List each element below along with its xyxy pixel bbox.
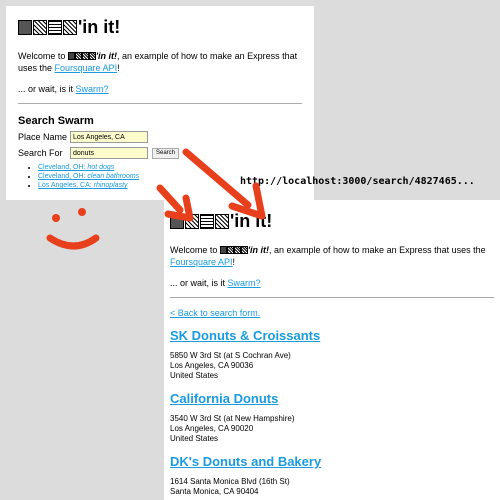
address-line: 1614 Santa Monica Blvd (16th St): [170, 477, 290, 486]
logo-icon: [233, 246, 241, 254]
smiley-eye-icon: [78, 208, 86, 216]
logo-icon: [74, 52, 82, 60]
brand-inline: 'in it!: [67, 51, 117, 61]
address-line: Los Angeles, CA 90020: [170, 424, 254, 433]
place-label: Place Name: [18, 132, 68, 142]
foursquare-api-link[interactable]: Foursquare API: [55, 63, 118, 73]
venue-name-link[interactable]: California Donuts: [170, 391, 494, 406]
logo-icon: [18, 19, 77, 35]
example-term: rhinoplasty: [93, 182, 128, 189]
results-page-panel: 'in it! Welcome to 'in it!, an example o…: [164, 200, 500, 500]
search-page-panel: 'in it! Welcome to 'in it!, an example o…: [6, 6, 314, 200]
logo-icon: [67, 52, 75, 60]
welcome-end: !: [232, 257, 236, 267]
search-button[interactable]: Search: [152, 147, 180, 159]
example-link[interactable]: Cleveland, OH: hot dogs: [38, 164, 114, 171]
search-row: Search For Search: [18, 147, 302, 159]
list-item: DK's Donuts and Bakery 1614 Santa Monica…: [170, 454, 494, 497]
foursquare-api-link[interactable]: Foursquare API: [170, 257, 233, 267]
logo-icon: [88, 52, 96, 60]
welcome-text: Welcome to 'in it!, an example of how to…: [170, 244, 494, 268]
back-to-search-link[interactable]: < Back to search form.: [170, 308, 494, 318]
logo-icon: [226, 246, 234, 254]
search-for-label: Search For: [18, 148, 63, 158]
brand-inline: 'in it!: [219, 245, 269, 255]
welcome-end: !: [117, 63, 120, 73]
address-line: Los Angeles, CA 90036: [170, 361, 254, 370]
swarm-prefix: ... or wait, is it: [18, 84, 76, 94]
logo-icon: [81, 52, 89, 60]
divider: [18, 103, 302, 104]
example-link[interactable]: Los Angeles, CA: rhinoplasty: [38, 182, 128, 189]
logo-icon: [240, 246, 248, 254]
address-line: 3540 W 3rd St (at New Hampshire): [170, 414, 295, 423]
address-line: 5850 W 3rd St (at S Cochran Ave): [170, 351, 291, 360]
swarm-link[interactable]: Swarm?: [76, 84, 109, 94]
example-term: hot dogs: [87, 164, 115, 171]
url-text: http://localhost:3000/search/4827465...: [240, 176, 475, 187]
logo-icon: [170, 213, 229, 229]
venue-name-link[interactable]: SK Donuts & Croissants: [170, 328, 494, 343]
welcome-prefix: Welcome to: [170, 245, 220, 255]
divider: [170, 297, 494, 298]
search-for-input[interactable]: [70, 147, 148, 159]
place-input[interactable]: [70, 131, 148, 143]
swarm-link[interactable]: Swarm?: [228, 278, 261, 288]
site-title: 'in it!: [170, 210, 494, 232]
list-item: SK Donuts & Croissants 5850 W 3rd St (at…: [170, 328, 494, 381]
place-row: Place Name: [18, 131, 302, 143]
site-title: 'in it!: [18, 16, 302, 38]
venue-address: 1614 Santa Monica Blvd (16th St) Santa M…: [170, 477, 494, 497]
site-title-text: 'in it!: [230, 210, 273, 231]
list-item: California Donuts 3540 W 3rd St (at New …: [170, 391, 494, 444]
brand-suffix: 'in it!: [247, 245, 269, 255]
venue-name-link[interactable]: DK's Donuts and Bakery: [170, 454, 494, 469]
example-term: clean bathrooms: [87, 173, 140, 180]
list-item: Cleveland, OH: hot dogs: [38, 163, 302, 172]
swarm-prefix: ... or wait, is it: [170, 278, 228, 288]
smiley-eye-icon: [52, 214, 60, 222]
brand-suffix: 'in it!: [95, 51, 117, 61]
swarm-line: ... or wait, is it Swarm?: [18, 84, 302, 94]
venue-address: 5850 W 3rd St (at S Cochran Ave) Los Ang…: [170, 351, 494, 381]
welcome-prefix: Welcome to: [18, 51, 68, 61]
site-title-text: 'in it!: [78, 16, 121, 37]
address-line: United States: [170, 434, 219, 443]
search-heading: Search Swarm: [18, 115, 94, 127]
venue-address: 3540 W 3rd St (at New Hampshire) Los Ang…: [170, 414, 494, 444]
welcome-text: Welcome to 'in it!, an example of how to…: [18, 50, 302, 74]
welcome-middle: , an example of how to make an Express t…: [269, 245, 486, 255]
example-place: Los Angeles, CA:: [38, 182, 94, 189]
smiley-icon: [46, 234, 100, 250]
logo-icon: [219, 246, 227, 254]
example-place: Cleveland, OH:: [38, 164, 88, 171]
address-line: Santa Monica, CA 90404: [170, 487, 259, 496]
swarm-line: ... or wait, is it Swarm?: [170, 278, 494, 288]
example-link[interactable]: Cleveland, OH: clean bathrooms: [38, 173, 139, 180]
example-place: Cleveland, OH:: [38, 173, 88, 180]
address-line: United States: [170, 371, 219, 380]
